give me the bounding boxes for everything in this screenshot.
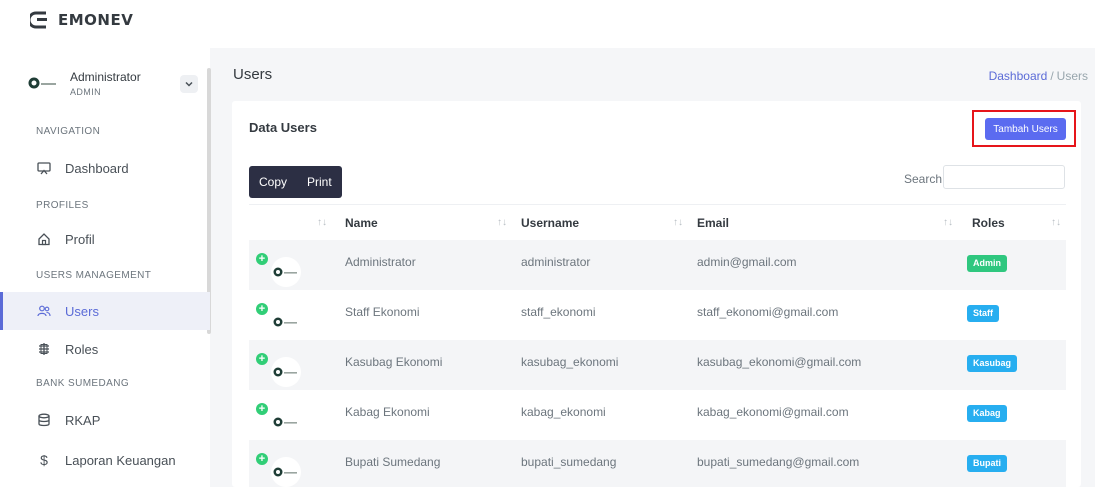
users-card: Data Users Tambah Users Copy Print Searc… [232, 101, 1081, 487]
column-header-username[interactable]: Username [521, 216, 579, 230]
role-badge: Kabag [967, 405, 1007, 422]
cell-email: kasubag_ekonomi@gmail.com [697, 355, 862, 369]
nav-section-navigation: NAVIGATION [36, 126, 101, 137]
expand-row-icon[interactable]: + [256, 353, 268, 365]
column-header-email[interactable]: Email [697, 216, 729, 230]
search-label: Search: [904, 172, 946, 186]
export-button-group: Copy Print [249, 166, 342, 198]
logo-icon [30, 11, 47, 29]
table-row[interactable]: + Administrator administrator admin@gmail.c… [249, 240, 1066, 290]
table-row[interactable]: + Kasubag Ekonomi kasubag_ekonomi kasubag_e… [249, 340, 1066, 390]
user-menu-toggle[interactable] [180, 75, 198, 93]
breadcrumb-dashboard-link[interactable]: Dashboard [989, 69, 1048, 83]
avatar [28, 77, 56, 89]
sort-icon[interactable]: ↑↓ [673, 217, 683, 228]
role-badge: Staff [967, 305, 999, 322]
home-icon [37, 232, 51, 246]
column-header-roles[interactable]: Roles [972, 216, 1005, 230]
dollar-icon: $ [40, 452, 48, 468]
table-row[interactable]: + Staff Ekonomi staff_ekonomi staff_ekonomi… [249, 290, 1066, 340]
cell-username: kasubag_ekonomi [521, 355, 619, 369]
sidebar-item-roles[interactable]: Roles [0, 330, 210, 368]
sort-icon[interactable]: ↑↓ [497, 217, 507, 228]
sort-icon[interactable]: ↑↓ [1051, 217, 1061, 228]
sidebar-item-label: Users [65, 303, 99, 319]
cell-name: Administrator [345, 255, 416, 269]
role-badge: Admin [967, 255, 1007, 272]
app-name: EMONEV [58, 11, 134, 29]
cell-username: staff_ekonomi [521, 305, 596, 319]
column-header-name[interactable]: Name [345, 216, 378, 230]
breadcrumb-separator: / [1050, 69, 1054, 83]
expand-row-icon[interactable]: + [256, 303, 268, 315]
sidebar-item-label: Laporan Keuangan [65, 452, 176, 468]
sidebar-item-profil[interactable]: Profil [0, 220, 210, 258]
page-title: Users [233, 66, 273, 83]
copy-button[interactable]: Copy [249, 166, 297, 198]
monitor-icon [37, 161, 51, 175]
avatar [271, 407, 301, 437]
breadcrumb: Dashboard / Users [989, 69, 1088, 83]
role-badge: Bupati [967, 455, 1007, 472]
sort-icon[interactable]: ↑↓ [943, 217, 953, 228]
cell-username: kabag_ekonomi [521, 405, 606, 419]
topbar: EMONEV [0, 0, 1095, 48]
chevron-down-icon [185, 81, 193, 87]
table-header: ↑↓ Name ↑↓ Username ↑↓ Email ↑↓ Roles ↑↓ [249, 204, 1066, 241]
sidebar-item-rkap[interactable]: RKAP [0, 401, 210, 439]
breadcrumb-current: Users [1056, 69, 1088, 83]
print-button[interactable]: Print [297, 166, 342, 198]
cell-username: bupati_sumedang [521, 455, 617, 469]
expand-row-icon[interactable]: + [256, 403, 268, 415]
user-profile[interactable]: Administrator ADMIN [28, 66, 198, 100]
expand-row-icon[interactable]: + [256, 453, 268, 465]
cell-name: Staff Ekonomi [345, 305, 420, 319]
table-row[interactable]: + Bupati Sumedang bupati_sumedang bupati_su… [249, 440, 1066, 487]
avatar [271, 357, 301, 387]
expand-row-icon[interactable]: + [256, 253, 268, 265]
sidebar-item-dashboard[interactable]: Dashboard [0, 149, 210, 187]
cell-email: kabag_ekonomi@gmail.com [697, 405, 849, 419]
cell-email: bupati_sumedang@gmail.com [697, 455, 860, 469]
user-name: Administrator [70, 69, 141, 84]
cell-email: staff_ekonomi@gmail.com [697, 305, 839, 319]
database-icon [37, 413, 51, 427]
cell-name: Bupati Sumedang [345, 455, 441, 469]
nav-section-profiles: PROFILES [36, 200, 89, 211]
card-title: Data Users [249, 120, 317, 135]
users-icon [37, 304, 51, 318]
avatar [271, 307, 301, 337]
add-user-button[interactable]: Tambah Users [985, 118, 1066, 140]
roles-icon [37, 342, 51, 356]
cell-username: administrator [521, 255, 591, 269]
user-role: ADMIN [70, 86, 101, 97]
sidebar-item-laporan-keuangan[interactable]: $ Laporan Keuangan [0, 441, 210, 479]
cell-email: admin@gmail.com [697, 255, 797, 269]
table-row[interactable]: + Kabag Ekonomi kabag_ekonomi kabag_ekonomi… [249, 390, 1066, 440]
app-logo[interactable]: EMONEV [30, 10, 133, 30]
sidebar-item-label: Profil [65, 231, 95, 247]
nav-section-users-management: USERS MANAGEMENT [36, 270, 152, 281]
sidebar-item-label: Dashboard [65, 160, 129, 176]
avatar [271, 257, 301, 287]
search-input[interactable] [943, 165, 1065, 189]
sidebar-item-label: Roles [65, 341, 99, 357]
sidebar-item-label: RKAP [65, 412, 101, 428]
cell-name: Kasubag Ekonomi [345, 355, 443, 369]
nav-section-bank-sumedang: BANK SUMEDANG [36, 378, 129, 389]
avatar [271, 457, 301, 487]
sort-icon[interactable]: ↑↓ [317, 217, 327, 228]
role-badge: Kasubag [967, 355, 1018, 372]
sidebar-item-users[interactable]: Users [0, 292, 210, 330]
cell-name: Kabag Ekonomi [345, 405, 430, 419]
